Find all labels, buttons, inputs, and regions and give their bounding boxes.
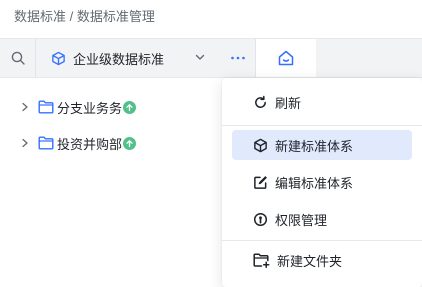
menu-item-label: 新建标准体系: [275, 138, 354, 154]
menu-item-label: 刷新: [275, 95, 302, 111]
tree-item[interactable]: 分支业务务: [20, 97, 137, 117]
home-icon: [278, 50, 294, 65]
toolbar: 企业级数据标准: [0, 38, 422, 78]
home-button[interactable]: [256, 39, 316, 77]
refresh-icon: [255, 95, 266, 108]
folder-icon: [38, 100, 54, 114]
permission-icon: [253, 212, 268, 226]
menu-item-permission-management[interactable]: 权限管理: [232, 204, 412, 234]
cube-icon: [254, 138, 267, 152]
arrow-up-badge-icon: [123, 100, 137, 114]
context-menu: 刷新 新建标准体系 编辑标准体系 权限管理 新建文件夹: [222, 78, 422, 287]
select-value: 企业级数据标准: [73, 51, 165, 67]
chevron-right-icon[interactable]: [20, 102, 30, 112]
ellipsis-icon: [230, 56, 245, 60]
more-button[interactable]: [220, 39, 256, 77]
tree-item[interactable]: 投资并购部: [20, 133, 137, 153]
chevron-right-icon[interactable]: [20, 138, 30, 148]
breadcrumb: 数据标准 / 数据标准管理: [14, 9, 155, 24]
menu-item-refresh[interactable]: 刷新: [232, 87, 412, 117]
search-icon: [11, 51, 25, 65]
edit-icon: [254, 175, 267, 189]
new-folder-icon: [253, 252, 270, 268]
menu-item-new-standard-system[interactable]: 新建标准体系: [232, 130, 412, 160]
cube-icon: [52, 51, 65, 65]
tree-item-label: 投资并购部: [57, 136, 123, 152]
menu-item-label: 新建文件夹: [277, 253, 343, 269]
arrow-up-badge-icon: [123, 136, 137, 150]
menu-item-edit-standard-system[interactable]: 编辑标准体系: [232, 167, 412, 197]
standard-select[interactable]: 企业级数据标准: [36, 39, 220, 77]
menu-item-label: 编辑标准体系: [275, 175, 354, 191]
chevron-down-icon: [195, 54, 205, 60]
menu-divider: [222, 125, 422, 126]
menu-divider: [222, 240, 422, 241]
tree-item-label: 分支业务务: [57, 100, 123, 116]
menu-item-new-folder[interactable]: 新建文件夹: [232, 245, 412, 275]
search-button[interactable]: [0, 39, 36, 77]
menu-item-label: 权限管理: [275, 212, 328, 228]
folder-icon: [38, 136, 54, 150]
